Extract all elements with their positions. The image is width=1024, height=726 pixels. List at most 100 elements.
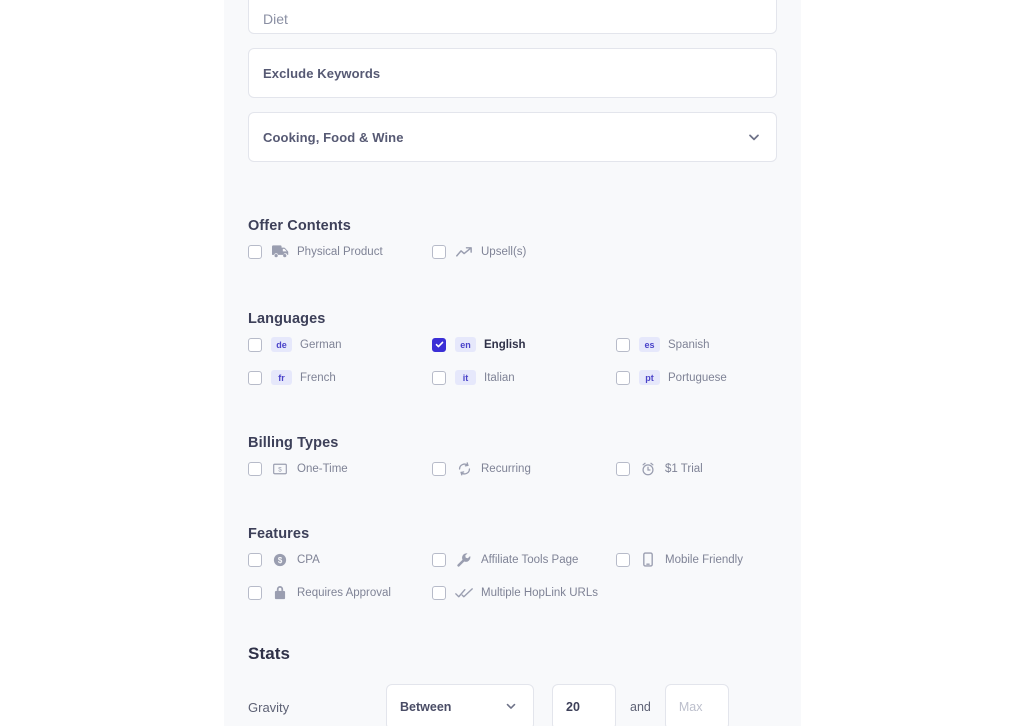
checkbox-trial[interactable]: $1 Trial xyxy=(616,459,800,478)
checkbox-label: CPA xyxy=(297,554,320,566)
money-bill-icon: $ xyxy=(271,461,289,476)
checkbox-label: Physical Product xyxy=(297,246,383,258)
checkbox-affiliate-tools-page[interactable]: Affiliate Tools Page xyxy=(432,550,616,569)
section-stats: Stats Gravity Between 20 and Max xyxy=(248,644,777,726)
language-code-badge: de xyxy=(271,337,292,352)
billing-types-title: Billing Types xyxy=(248,435,777,451)
checkbox-box[interactable] xyxy=(616,553,630,567)
checkbox-box[interactable] xyxy=(432,338,446,352)
gravity-operator-select[interactable]: Between xyxy=(386,684,534,726)
checkbox-box[interactable] xyxy=(432,586,446,600)
checkbox-cpa[interactable]: $ CPA xyxy=(248,550,432,569)
gravity-max-input[interactable]: Max xyxy=(665,684,729,726)
features-title: Features xyxy=(248,526,777,542)
sync-icon xyxy=(455,461,473,476)
checkbox-language-pt[interactable]: pt Portuguese xyxy=(616,368,800,387)
checkbox-requires-approval[interactable]: Requires Approval xyxy=(248,583,432,602)
checkbox-label: Italian xyxy=(484,372,515,384)
checkbox-label: $1 Trial xyxy=(665,463,703,475)
offer-contents-title: Offer Contents xyxy=(248,218,777,234)
language-code-badge: pt xyxy=(639,370,660,385)
language-code-badge: en xyxy=(455,337,476,352)
grid-spacer xyxy=(616,583,800,602)
checkbox-box[interactable] xyxy=(616,338,630,352)
alarm-clock-icon xyxy=(639,461,657,476)
gravity-max-placeholder: Max xyxy=(679,700,703,714)
spacer xyxy=(248,34,777,48)
checkbox-label: Requires Approval xyxy=(297,587,391,599)
checkbox-language-fr[interactable]: fr French xyxy=(248,368,432,387)
checkbox-box[interactable] xyxy=(248,586,262,600)
section-features: Features $ CPA xyxy=(248,526,777,602)
checkbox-one-time[interactable]: $ One-Time xyxy=(248,459,432,478)
checkbox-upsells[interactable]: Upsell(s) xyxy=(432,242,616,261)
gravity-min-input[interactable]: 20 xyxy=(552,684,616,726)
svg-text:$: $ xyxy=(278,466,282,473)
chevron-down-icon xyxy=(746,129,762,145)
exclude-keywords-field[interactable]: Exclude Keywords xyxy=(248,48,777,98)
checkbox-box[interactable] xyxy=(616,371,630,385)
checkbox-box[interactable] xyxy=(248,338,262,352)
checkbox-language-it[interactable]: it Italian xyxy=(432,368,616,387)
truck-icon xyxy=(271,244,289,259)
checkbox-label: Affiliate Tools Page xyxy=(481,554,578,566)
checkbox-language-en[interactable]: en English xyxy=(432,335,616,354)
mobile-phone-icon xyxy=(639,552,657,567)
checkbox-box[interactable] xyxy=(432,371,446,385)
checkbox-box[interactable] xyxy=(248,371,262,385)
languages-title: Languages xyxy=(248,311,777,327)
checkbox-box[interactable] xyxy=(616,462,630,476)
gravity-operator-value: Between xyxy=(400,700,451,714)
checkbox-language-de[interactable]: de German xyxy=(248,335,432,354)
gravity-min-value: 20 xyxy=(566,700,580,714)
offer-contents-options: Physical Product Upsell(s) xyxy=(248,242,777,261)
lock-icon xyxy=(271,585,289,600)
checkbox-physical-product[interactable]: Physical Product xyxy=(248,242,432,261)
section-languages: Languages de German en English xyxy=(248,311,777,387)
checkbox-label: One-Time xyxy=(297,463,348,475)
language-code-badge: fr xyxy=(271,370,292,385)
billing-types-options: $ One-Time Recurring xyxy=(248,459,777,478)
product-filter-panel: Search Diet Exclude Keywords Cooking, Fo… xyxy=(224,0,801,726)
checkbox-label: English xyxy=(484,339,526,351)
wrench-icon xyxy=(455,552,473,567)
checkbox-box[interactable] xyxy=(432,462,446,476)
filter-sidebar-screen: Search Diet Exclude Keywords Cooking, Fo… xyxy=(0,0,1024,726)
checkbox-mobile-friendly[interactable]: Mobile Friendly xyxy=(616,550,800,569)
checkbox-label: Upsell(s) xyxy=(481,246,526,258)
spacer xyxy=(248,98,777,112)
section-billing-types: Billing Types $ One-Time xyxy=(248,435,777,478)
category-select[interactable]: Cooking, Food & Wine xyxy=(248,112,777,162)
trending-up-icon xyxy=(455,244,473,259)
checkbox-multiple-hoplink-urls[interactable]: Multiple HopLink URLs xyxy=(432,583,616,602)
checkbox-box[interactable] xyxy=(248,462,262,476)
language-code-badge: es xyxy=(639,337,660,352)
section-offer-contents: Offer Contents Physical Product xyxy=(248,218,777,261)
gravity-label: Gravity xyxy=(248,700,386,715)
checkbox-box[interactable] xyxy=(248,553,262,567)
language-code-badge: it xyxy=(455,370,476,385)
checkbox-label: German xyxy=(300,339,342,351)
chevron-down-icon xyxy=(504,699,520,715)
checkbox-recurring[interactable]: Recurring xyxy=(432,459,616,478)
checkbox-label: Spanish xyxy=(668,339,710,351)
checkbox-language-es[interactable]: es Spanish xyxy=(616,335,800,354)
search-input-value: Diet xyxy=(263,11,288,27)
stats-title: Stats xyxy=(248,644,777,664)
checkbox-box[interactable] xyxy=(432,245,446,259)
double-check-icon xyxy=(455,585,473,600)
checkbox-box[interactable] xyxy=(432,553,446,567)
checkbox-label: Mobile Friendly xyxy=(665,554,743,566)
features-options: $ CPA Affiliate Tools Page xyxy=(248,550,777,602)
gravity-conjunction: and xyxy=(630,700,651,714)
search-field[interactable]: Search Diet xyxy=(248,0,777,34)
checkbox-label: Portuguese xyxy=(668,372,727,384)
stats-row-gravity: Gravity Between 20 and Max xyxy=(248,684,777,726)
checkbox-label: Recurring xyxy=(481,463,531,475)
checkbox-box[interactable] xyxy=(248,245,262,259)
checkbox-label: Multiple HopLink URLs xyxy=(481,587,598,599)
checkbox-label: French xyxy=(300,372,336,384)
grid-spacer xyxy=(616,242,800,261)
svg-text:$: $ xyxy=(278,555,283,564)
category-select-value: Cooking, Food & Wine xyxy=(263,130,404,145)
